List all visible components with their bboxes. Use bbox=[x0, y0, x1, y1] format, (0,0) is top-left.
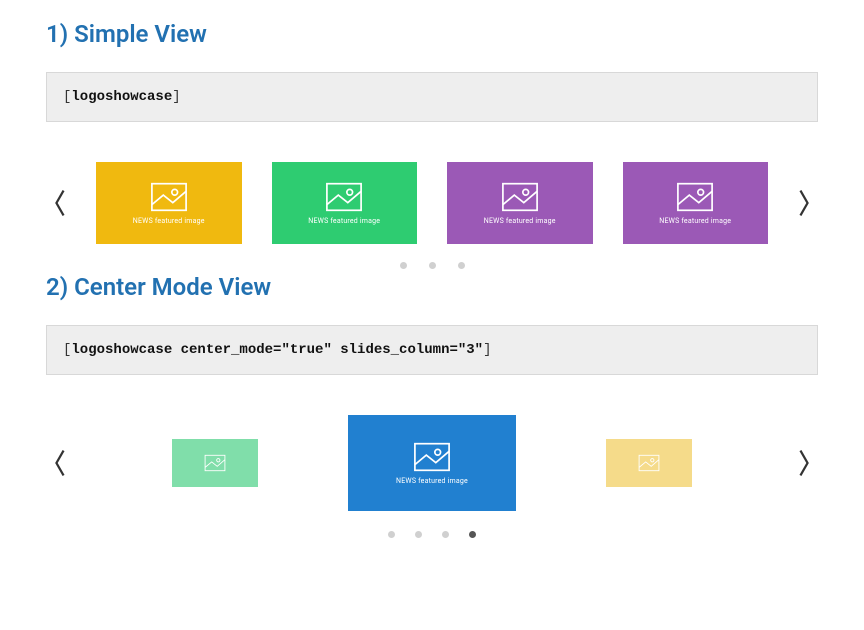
image-placeholder-icon bbox=[676, 181, 714, 213]
chevron-left-icon bbox=[51, 187, 69, 219]
logo-slide-side[interactable] bbox=[172, 439, 258, 487]
carousel-1-next-arrow[interactable] bbox=[790, 183, 818, 223]
slide-caption: NEWS featured image bbox=[396, 477, 468, 485]
section-1-title: 1) Simple View bbox=[46, 20, 818, 48]
shortcode-box-1: [logoshowcase] bbox=[46, 72, 818, 122]
logo-slide[interactable]: NEWS featured image bbox=[272, 162, 418, 244]
logo-slide[interactable]: NEWS featured image bbox=[623, 162, 769, 244]
pagination-dot-active[interactable] bbox=[469, 531, 476, 538]
code-name: logoshowcase bbox=[71, 342, 180, 358]
image-placeholder-icon bbox=[325, 181, 363, 213]
pagination-dot[interactable] bbox=[400, 262, 407, 269]
logo-slide-center[interactable]: NEWS featured image bbox=[348, 415, 516, 511]
pagination-dot[interactable] bbox=[415, 531, 422, 538]
slide-caption: NEWS featured image bbox=[484, 217, 556, 225]
logo-slide[interactable]: NEWS featured image bbox=[447, 162, 593, 244]
chevron-left-icon bbox=[51, 447, 69, 479]
code-bracket-close: ] bbox=[172, 89, 180, 105]
image-placeholder-icon bbox=[413, 441, 451, 473]
carousel-2-prev-arrow[interactable] bbox=[46, 443, 74, 483]
carousel-2-next-arrow[interactable] bbox=[790, 443, 818, 483]
slide-caption: NEWS featured image bbox=[133, 217, 205, 225]
carousel-1-dots bbox=[46, 262, 818, 269]
code-bracket-close: ] bbox=[483, 342, 491, 358]
image-placeholder-icon bbox=[204, 454, 226, 472]
carousel-1: NEWS featured image NEWS featured image … bbox=[46, 162, 818, 244]
logo-slide-side[interactable] bbox=[606, 439, 692, 487]
carousel-2: NEWS featured image bbox=[46, 415, 818, 511]
carousel-2-dots bbox=[46, 531, 818, 538]
carousel-2-track: NEWS featured image bbox=[96, 415, 768, 511]
carousel-1-prev-arrow[interactable] bbox=[46, 183, 74, 223]
chevron-right-icon bbox=[795, 447, 813, 479]
section-2-title: 2) Center Mode View bbox=[46, 273, 818, 301]
image-placeholder-icon bbox=[501, 181, 539, 213]
code-name: logoshowcase bbox=[71, 89, 172, 105]
slide-caption: NEWS featured image bbox=[308, 217, 380, 225]
pagination-dot[interactable] bbox=[388, 531, 395, 538]
image-placeholder-icon bbox=[150, 181, 188, 213]
chevron-right-icon bbox=[795, 187, 813, 219]
logo-slide[interactable]: NEWS featured image bbox=[96, 162, 242, 244]
slide-caption: NEWS featured image bbox=[659, 217, 731, 225]
shortcode-box-2: [logoshowcase center_mode="true" slides_… bbox=[46, 325, 818, 375]
pagination-dot[interactable] bbox=[429, 262, 436, 269]
code-attrs: center_mode="true" slides_column="3" bbox=[181, 342, 483, 358]
pagination-dot[interactable] bbox=[458, 262, 465, 269]
carousel-1-track: NEWS featured image NEWS featured image … bbox=[96, 162, 768, 244]
image-placeholder-icon bbox=[638, 454, 660, 472]
pagination-dot[interactable] bbox=[442, 531, 449, 538]
